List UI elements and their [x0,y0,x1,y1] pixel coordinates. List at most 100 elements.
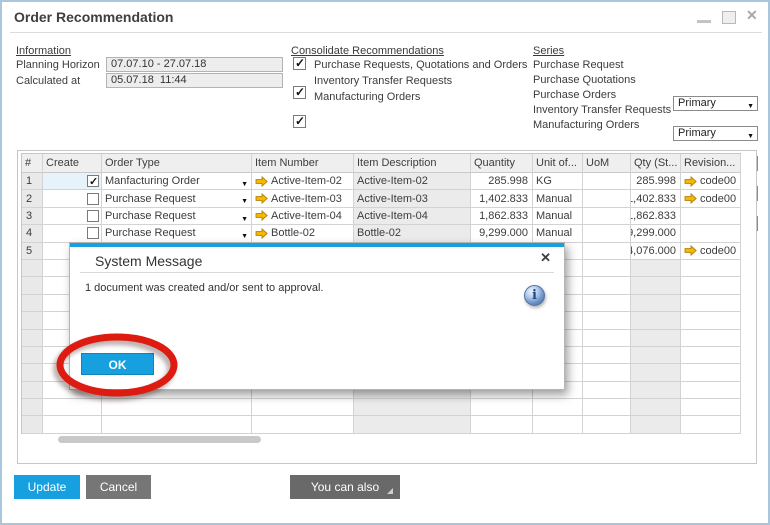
chevron-down-icon: ▼ [241,215,248,223]
row-number-cell: 2 [22,190,43,208]
create-checkbox[interactable] [87,174,99,189]
row-number-cell [22,294,43,313]
consolidate-checkbox-2[interactable] [293,114,306,128]
revision-cell: code00 [681,242,741,260]
unit-of-cell: Manual [533,207,583,226]
uom-cell [583,242,631,260]
consolidate-option-label: Manufacturing Orders [314,91,421,103]
row-number-cell [22,381,43,400]
dialog-accent-bar [70,243,564,247]
row-number-cell: 1 [22,173,43,191]
order-type-cell[interactable]: Manfacturing Order ▼ [102,173,252,191]
quantity-cell[interactable] [471,399,533,417]
table-row: 1 Manfacturing Order ▼ Active-Item-02 Active… [22,173,741,191]
qty-st-cell [631,277,681,295]
uom-cell [583,207,631,226]
revision-value: code00 [700,244,737,257]
series-row-label: Purchase Quotations [533,74,636,86]
minimize-icon[interactable] [697,20,711,23]
dialog-close-icon[interactable]: ✕ [540,250,551,266]
series-select-value: Primary [678,97,716,109]
uom-cell [583,225,631,243]
horizontal-scrollbar[interactable] [58,436,261,443]
maximize-icon[interactable] [722,11,736,24]
link-arrow-icon[interactable] [684,193,697,205]
consolidate-heading: Consolidate Recommendations [291,45,444,57]
order-type-cell[interactable]: Purchase Request ▼ [102,190,252,208]
ok-button[interactable]: OK [81,353,154,375]
chevron-down-icon: ▼ [747,133,754,140]
column-header: Qty (St... [631,154,681,173]
create-checkbox[interactable] [87,209,99,222]
create-checkbox[interactable] [87,227,99,240]
revision-value: code00 [700,175,737,188]
revision-cell [681,225,741,243]
corner-triangle-icon [387,488,393,494]
series-select-value: Primary [678,127,716,139]
quantity-cell[interactable] [471,416,533,434]
dialog-divider [80,272,554,273]
link-arrow-icon[interactable] [255,227,268,239]
order-type-cell[interactable]: Purchase Request ▼ [102,207,252,226]
consolidate-checkbox-1[interactable] [293,85,306,99]
series-heading: Series [533,45,565,57]
link-arrow-icon[interactable] [255,193,268,205]
quantity-cell[interactable]: 285.998 [471,173,533,191]
uom-cell [583,190,631,208]
quantity-cell[interactable]: 1,402.833 [471,190,533,208]
planning-horizon-label: Planning Horizon [16,59,100,71]
uom-cell [583,259,631,278]
column-header: Quantity [471,154,533,173]
consolidate-checkbox-0[interactable] [293,56,306,70]
table-row: 3 Purchase Request ▼ Active-Item-04 Active-I… [22,207,741,226]
series-select-1[interactable]: Primary ▼ [673,126,758,141]
uom-cell [583,399,631,417]
revision-cell [681,399,741,417]
column-header: Item Number [252,154,354,173]
row-number-cell [22,312,43,330]
qty-st-cell [631,294,681,313]
link-arrow-icon[interactable] [255,210,268,222]
item-number-cell: Active-Item-02 [252,173,354,191]
row-number-cell [22,277,43,295]
order-type-value: Purchase Request [105,227,196,240]
revision-cell [681,207,741,226]
cancel-button[interactable]: Cancel [86,475,151,499]
table-row: 4 Purchase Request ▼ Bottle-02 Bottle-02 9,29… [22,225,741,243]
item-description-cell: Bottle-02 [354,225,471,243]
planning-horizon-field: 07.07.10 - 27.07.18 [106,57,283,72]
item-number-value: Bottle-02 [271,227,316,240]
item-number-value: Active-Item-03 [271,192,342,205]
order-type-cell[interactable] [102,416,252,434]
you-can-also-button[interactable]: You can also [290,475,400,499]
uom-cell [583,277,631,295]
order-type-cell[interactable]: Purchase Request ▼ [102,225,252,243]
update-button[interactable]: Update [14,475,80,499]
row-number-cell [22,399,43,417]
unit-of-cell: Manual [533,190,583,208]
uom-cell [583,312,631,330]
revision-cell [681,294,741,313]
chevron-down-icon: ▼ [241,233,248,241]
link-arrow-icon[interactable] [255,175,268,187]
quantity-cell[interactable]: 9,299.000 [471,225,533,243]
link-arrow-icon[interactable] [684,175,697,187]
column-header: # [22,154,43,173]
unit-of-cell [533,399,583,417]
information-heading: Information [16,45,72,57]
item-number-cell: Active-Item-03 [252,190,354,208]
order-type-cell[interactable] [102,399,252,417]
quantity-cell[interactable]: 1,862.833 [471,207,533,226]
item-description-cell: Active-Item-02 [354,173,471,191]
item-number-value: Active-Item-02 [271,175,342,188]
link-arrow-icon[interactable] [684,245,697,257]
series-select-0[interactable]: Primary ▼ [673,96,758,111]
create-checkbox[interactable] [87,192,99,205]
you-can-also-label: You can also [310,480,380,494]
uom-cell [583,173,631,191]
consolidate-option-label: Inventory Transfer Requests [314,75,453,87]
chevron-down-icon: ▼ [241,198,248,206]
close-icon[interactable]: ✕ [746,7,758,24]
series-row-label: Inventory Transfer Requests [533,104,672,116]
create-cell [43,399,102,417]
